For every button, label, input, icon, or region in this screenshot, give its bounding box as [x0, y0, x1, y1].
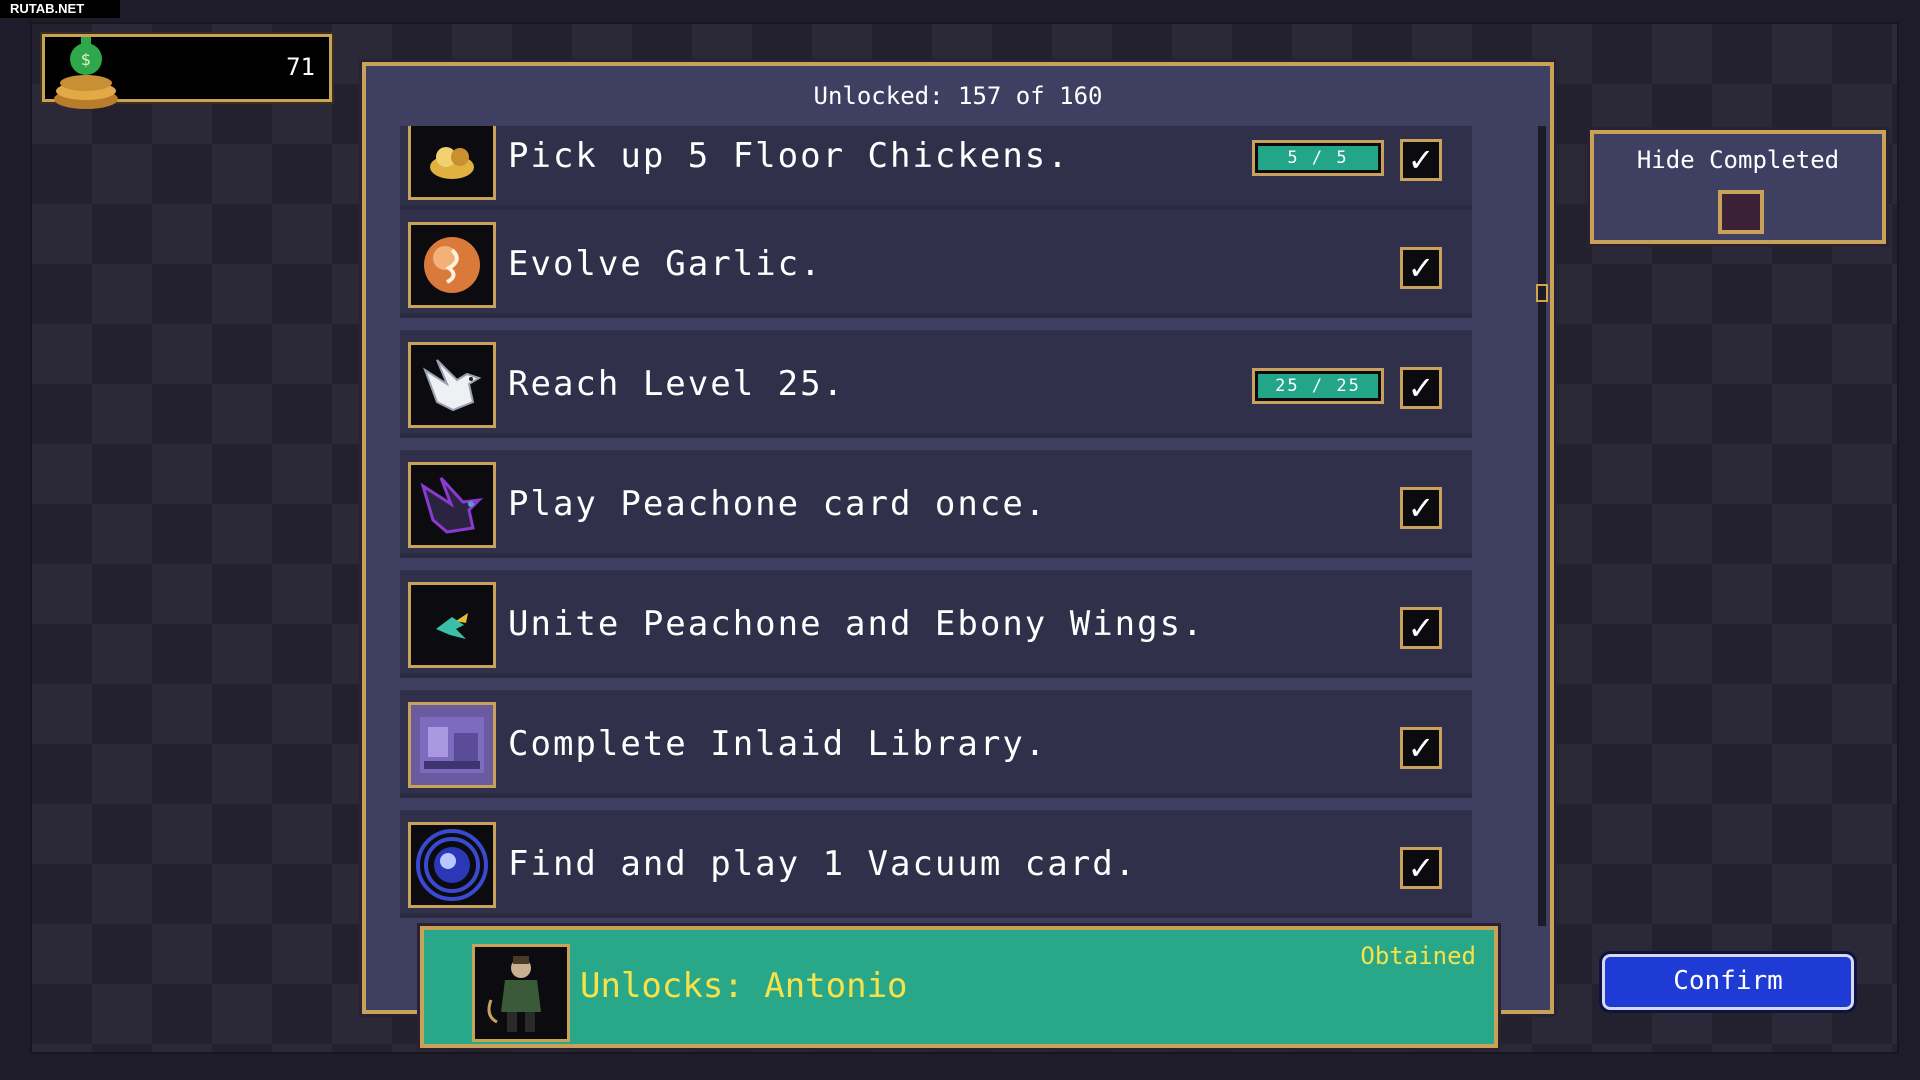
completed-checkbox: ✓ — [1400, 139, 1442, 181]
antonio-portrait-icon — [472, 944, 570, 1042]
achievement-row[interactable]: Play Peachone card once. ✓ — [400, 450, 1472, 558]
floor-chicken-icon — [408, 126, 496, 200]
library-stage-icon — [408, 702, 496, 788]
achievement-row[interactable]: Find and play 1 Vacuum card. ✓ — [400, 810, 1472, 918]
vacuum-orb-icon — [408, 822, 496, 908]
scroll-thumb[interactable] — [1536, 284, 1548, 302]
coin-counter: $ 71 — [40, 32, 334, 109]
achievement-row[interactable]: Evolve Garlic. ✓ — [400, 210, 1472, 318]
achievement-text: Pick up 5 Floor Chickens. — [508, 136, 1070, 176]
teal-bird-icon — [408, 582, 496, 668]
coin-bag-icon: $ — [51, 29, 121, 117]
unlock-label: Unlocks: Antonio — [580, 966, 908, 1006]
achievement-text: Reach Level 25. — [508, 364, 846, 404]
achievement-row[interactable]: Complete Inlaid Library. ✓ — [400, 690, 1472, 798]
progress-label: 5 / 5 — [1258, 146, 1378, 170]
achievement-text: Unite Peachone and Ebony Wings. — [508, 604, 1205, 644]
completed-checkbox: ✓ — [1400, 847, 1442, 889]
scrollbar[interactable] — [1536, 126, 1548, 926]
svg-text:$: $ — [81, 50, 91, 69]
watermark: RUTAB.NET — [0, 0, 120, 18]
progress-label: 25 / 25 — [1258, 374, 1378, 398]
hide-completed-checkbox[interactable] — [1718, 190, 1764, 234]
progress-bar: 25 / 25 — [1252, 368, 1384, 404]
completed-checkbox: ✓ — [1400, 607, 1442, 649]
panel-title: Unlocked: 157 of 160 — [813, 82, 1103, 110]
achievement-row[interactable]: Reach Level 25. 25 / 25 ✓ — [400, 330, 1472, 438]
hide-completed-label: Hide Completed — [1636, 146, 1840, 174]
achievement-text: Find and play 1 Vacuum card. — [508, 844, 1138, 884]
achievement-text: Evolve Garlic. — [508, 244, 823, 284]
completed-checkbox: ✓ — [1400, 247, 1442, 289]
completed-checkbox: ✓ — [1400, 727, 1442, 769]
hide-completed-panel: Hide Completed — [1587, 127, 1889, 247]
obtained-status: Obtained — [1360, 942, 1476, 970]
achievement-row[interactable]: Pick up 5 Floor Chickens. 5 / 5 ✓ — [400, 126, 1472, 210]
white-dove-icon — [408, 342, 496, 428]
completed-checkbox: ✓ — [1400, 367, 1442, 409]
garlic-orb-icon — [408, 222, 496, 308]
achievement-text: Complete Inlaid Library. — [508, 724, 1048, 764]
dark-bird-icon — [408, 462, 496, 548]
confirm-button[interactable]: Confirm — [1599, 951, 1857, 1013]
progress-bar: 5 / 5 — [1252, 140, 1384, 176]
achievement-text: Play Peachone card once. — [508, 484, 1048, 524]
coin-count: 71 — [286, 53, 315, 81]
unlock-reward-bar: Unlocks: Antonio Obtained — [417, 923, 1501, 1051]
achievement-list[interactable]: Pick up 5 Floor Chickens. 5 / 5 ✓ Evolve… — [400, 126, 1480, 982]
completed-checkbox: ✓ — [1400, 487, 1442, 529]
achievements-panel: Unlocked: 157 of 160 Pick up 5 Floor Chi… — [359, 59, 1557, 1017]
achievement-row[interactable]: Unite Peachone and Ebony Wings. ✓ — [400, 570, 1472, 678]
